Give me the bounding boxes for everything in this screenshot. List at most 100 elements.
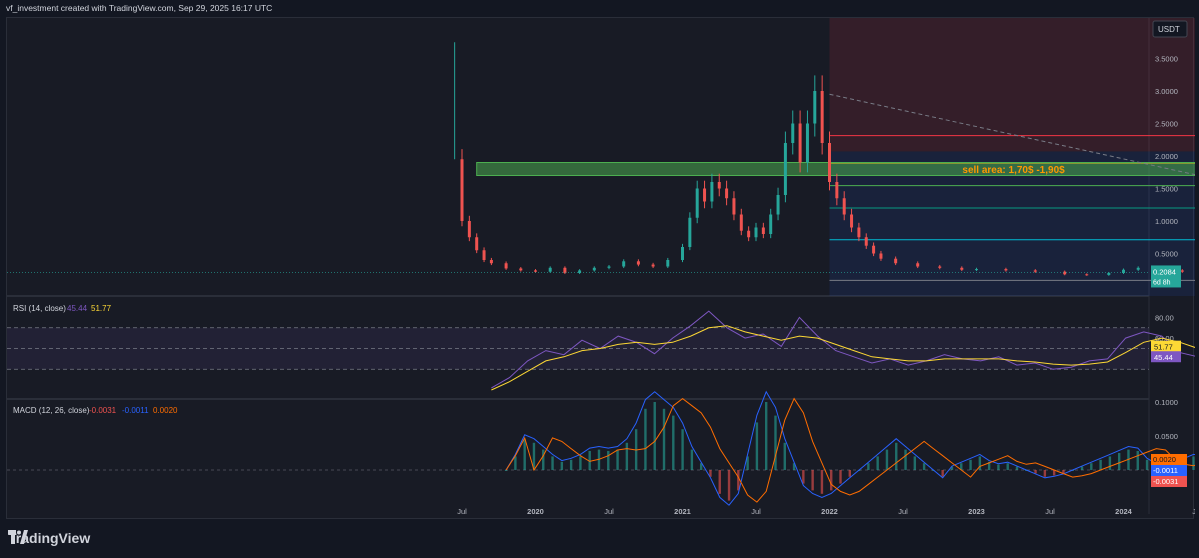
rsi-legend-value: 45.44 [67,304,88,313]
macd-histogram-bar [681,429,684,470]
macd-histogram-bar [569,459,573,470]
macd-signal-line [505,397,1195,503]
macd-histogram-bar [579,456,582,470]
macd-histogram-bar [607,450,610,470]
price-candle [651,264,655,267]
price-candle [1085,274,1089,276]
macd-histogram-bar [1108,456,1112,470]
price-candle [879,253,883,259]
macd-signal-legend-value: 0.0020 [153,406,178,415]
price-candle [769,214,773,234]
macd-line [505,390,1195,506]
macd-histogram-bar [895,442,898,470]
tradingview-logo[interactable]: TradingView [8,530,90,546]
price-candle [916,263,920,267]
macd-histogram-bar [1136,450,1139,470]
price-candle [857,227,861,238]
price-candle [1033,270,1037,272]
macd-histogram-bar [820,470,824,494]
currency-button-label: USDT [1158,25,1180,34]
macd-histogram-bar [737,470,740,491]
price-candle [732,198,736,215]
time-tick-label: 2021 [674,507,691,516]
price-candle [842,198,846,215]
attribution-header: vf_investment created with TradingView.c… [6,3,273,13]
macd-histogram-bar [560,461,564,470]
macd-histogram-bar [523,439,526,470]
time-tick-label: 2023 [968,507,985,516]
price-candle [761,227,765,234]
price-candle [872,245,876,254]
macd-hist-legend-value: -0.0031 [89,406,117,415]
price-candle [747,230,751,238]
macd-histogram-bar [1090,463,1093,470]
price-tick-label: 3.5000 [1155,55,1178,64]
macd-histogram-bar [764,402,768,470]
macd-histogram-bar [885,449,889,470]
price-candle [805,123,809,163]
macd-histogram-bar [1099,459,1102,470]
rsi-badge-value: 45.44 [1154,353,1173,362]
macd-tick-label: 0.1000 [1155,398,1178,407]
price-candle [548,267,552,272]
price-candle [975,269,978,271]
macd-histogram-bar [922,463,926,470]
price-tick-label: 0.5000 [1155,250,1178,259]
price-tick-label: 2.5000 [1155,120,1178,129]
price-candle [534,270,537,272]
tradingview-logo-icon [8,530,28,544]
macd-histogram-bar [830,470,833,491]
price-candle [489,260,493,264]
macd-histogram-bar [625,442,629,470]
price-candle [835,182,839,199]
price-candle [681,247,684,260]
price-candle [460,159,464,221]
stop-zone [829,18,1195,152]
price-candle [894,258,898,264]
price-candle [1107,273,1111,275]
price-candle [864,237,868,246]
price-candle [739,214,743,231]
macd-histogram-bar [672,415,675,470]
price-candle [1004,269,1008,271]
macd-histogram-bar [1192,456,1195,470]
time-tick-label: Jul [457,507,467,516]
price-candle [592,267,596,271]
price-candle [688,217,692,247]
macd-histogram-bar [542,449,545,470]
price-candle [475,237,479,251]
time-tick-label: Jul [898,507,908,516]
price-candle [725,188,729,199]
time-tick-label: Jul [1045,507,1055,516]
macd-histogram-bar [644,408,647,470]
price-candle [467,221,471,238]
macd-histogram-bar [811,470,814,491]
price-candle [1136,267,1140,270]
macd-histogram-bar [839,470,842,484]
macd-histogram-bar [718,470,721,494]
sell-area-label: sell area: 1,70$ -1,90$ [962,165,1065,176]
price-candle [791,123,795,143]
time-tick-label: Jul [751,507,761,516]
last-price-value: 0.2084 [1153,267,1176,276]
price-candle [519,268,523,271]
macd-histogram-bar [727,470,731,501]
chart-container[interactable]: 3.5000 3.0000 2.5000 2.0000 1.5000 1.0000 0.50… [6,17,1195,520]
macd-histogram-bar [913,456,917,470]
footer: TradingView [0,520,1199,558]
price-candle [828,143,831,182]
price-candle [798,123,802,163]
macd-histogram-bar [653,402,656,470]
price-candle [622,261,626,267]
price-candle [666,260,670,267]
macd-histogram-bar [662,408,666,470]
price-candle [636,261,640,265]
macd-histogram-bar [755,422,759,470]
rsi-tick-label: 80.00 [1155,313,1174,322]
time-tick-label: Jul [604,507,614,516]
price-candle [504,263,508,269]
macd-legend-title: MACD (12, 26, close) [13,406,90,415]
chart-canvas[interactable]: 3.50003.00002.50002.00001.50001.00000.50… [7,18,1195,520]
price-tick-label: 1.0000 [1155,217,1178,226]
price-candle [717,182,721,189]
